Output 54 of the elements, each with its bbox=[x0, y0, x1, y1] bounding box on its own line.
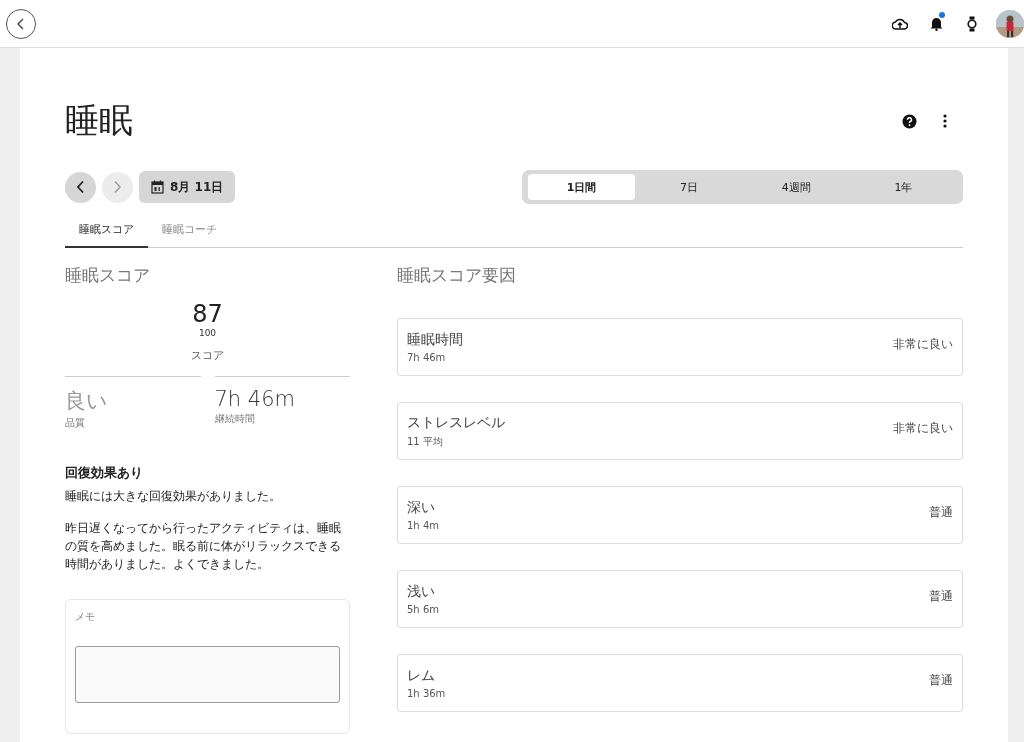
factor-card[interactable]: 深い 1h 4m 普通 bbox=[397, 486, 963, 544]
back-button[interactable] bbox=[6, 8, 36, 39]
insight-text: 昨日遅くなってから行ったアクティビティは、睡眠の質を高めました。眠る前に体がリラックスできる時間がありました。よくできました。 bbox=[65, 520, 342, 573]
factor-rating: 普通 bbox=[929, 671, 953, 689]
factor-name: ストレスレベル bbox=[407, 413, 505, 432]
factor-detail: 1h 36m bbox=[407, 688, 446, 699]
previous-button[interactable] bbox=[65, 171, 96, 203]
chevron-left-icon bbox=[16, 16, 26, 31]
range-tab[interactable]: 1年 bbox=[849, 174, 957, 200]
date-button[interactable]: 8月 11日 bbox=[139, 171, 236, 203]
factor-detail: 7h 46m bbox=[407, 352, 447, 363]
range-tab[interactable]: 7日 bbox=[635, 174, 743, 200]
factor-rating: 非常に良い bbox=[893, 335, 953, 353]
score-max: 100 bbox=[198, 328, 217, 338]
range-tab[interactable]: 4週間 bbox=[742, 174, 850, 200]
chevron-left-icon bbox=[76, 180, 85, 194]
factor-name: 睡眠時間 bbox=[407, 331, 463, 349]
factor-card[interactable]: 浅い 5h 6m 普通 bbox=[397, 570, 963, 628]
bell-icon bbox=[929, 16, 943, 31]
chevron-right-icon bbox=[113, 180, 122, 194]
help-icon bbox=[901, 113, 917, 129]
factor-detail: 11 平均 bbox=[407, 434, 444, 449]
section-heading: 睡眠スコア bbox=[65, 264, 151, 287]
factor-detail: 1h 4m bbox=[407, 520, 439, 531]
factor-rating: 普通 bbox=[929, 587, 953, 605]
stat-value: 7h 46m bbox=[214, 387, 297, 411]
avatar-button[interactable] bbox=[996, 9, 1024, 38]
factor-detail: 5h 6m bbox=[407, 604, 439, 615]
score-value: 87 bbox=[192, 300, 223, 328]
memo-field[interactable] bbox=[75, 646, 340, 703]
range-tab[interactable]: 1日間 bbox=[528, 174, 636, 200]
cloud-upload-icon bbox=[892, 17, 908, 30]
page-title: 睡眠 bbox=[65, 99, 134, 142]
factor-card[interactable]: レム 1h 36m 普通 bbox=[397, 654, 963, 712]
stat-label: 品質 bbox=[65, 416, 86, 430]
factor-card[interactable]: ストレスレベル 11 平均 非常に良い bbox=[397, 402, 963, 460]
more-vertical-icon bbox=[943, 114, 947, 128]
factor-rating: 普通 bbox=[929, 503, 953, 521]
stat-value: 良い bbox=[65, 388, 109, 415]
stat-label: 継続時間 bbox=[214, 412, 256, 426]
section-heading: 睡眠スコア要因 bbox=[397, 264, 517, 287]
insight-title: 回復効果あり bbox=[65, 464, 144, 482]
score-label: スコア bbox=[191, 348, 224, 363]
factor-card[interactable]: 睡眠時間 7h 46m 非常に良い bbox=[397, 318, 963, 376]
calendar-icon bbox=[151, 180, 164, 194]
tab[interactable]: 睡眠スコア bbox=[65, 214, 148, 248]
watch-icon bbox=[967, 15, 977, 32]
factor-rating: 非常に良い bbox=[893, 419, 953, 437]
factor-name: レム bbox=[407, 667, 436, 685]
factor-name: 深い bbox=[407, 499, 436, 517]
factor-name: 浅い bbox=[407, 583, 436, 601]
memo-label: メモ bbox=[75, 610, 96, 624]
insight-text: 睡眠には大きな回復効果がありました。 bbox=[65, 488, 282, 505]
tab[interactable]: 睡眠コーチ bbox=[148, 214, 231, 248]
